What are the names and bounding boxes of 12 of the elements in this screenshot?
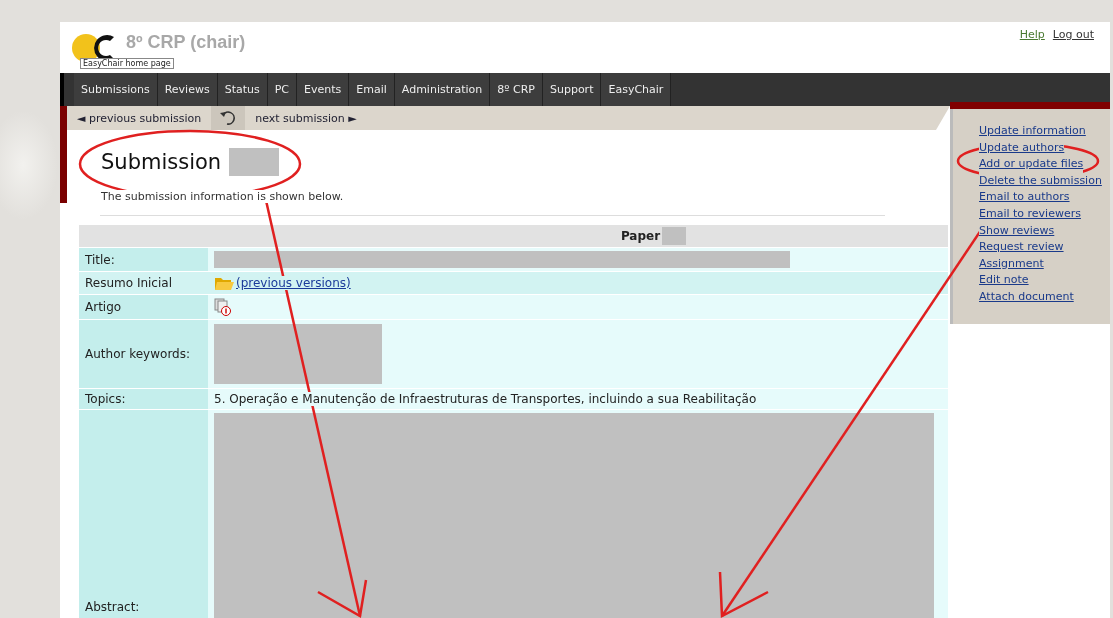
- field-label: Abstract:: [79, 410, 208, 618]
- page-heading: Submission: [101, 150, 222, 174]
- table-header-text: Paper: [620, 229, 661, 243]
- field-label: Title:: [79, 248, 208, 271]
- field-label: Author keywords:: [79, 320, 208, 388]
- field-label: Resumo Inicial: [79, 272, 208, 294]
- conference-title: 8º CRP (chair): [126, 32, 246, 53]
- intro-text: The submission information is shown below.: [101, 190, 344, 203]
- field-label: Topics:: [79, 389, 208, 409]
- field-label: Artigo: [79, 295, 208, 319]
- field-value: 5. Operação e Manutenção de Infraestruturas de Transportes, incluindo a sua Reabilitação: [214, 392, 757, 406]
- tooltip: EasyChair home page: [80, 57, 174, 69]
